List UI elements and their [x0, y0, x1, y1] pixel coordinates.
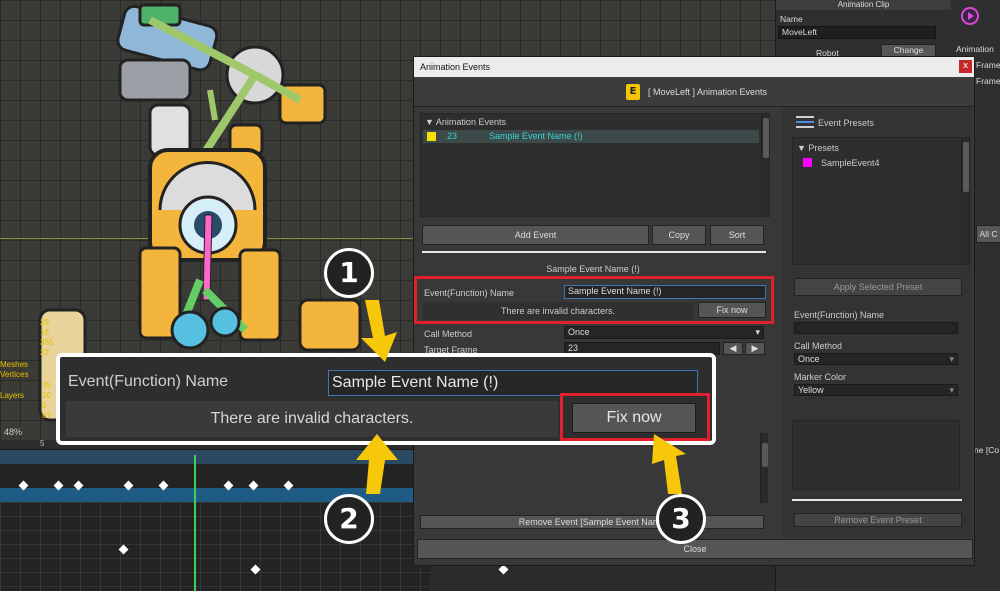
stat-label-vertices: Vertices: [0, 370, 29, 379]
stat-value: 87: [42, 411, 51, 420]
arrow-up-icon: [652, 434, 686, 494]
presets-panel: Event Presets ▼ Presets SampleEvent4 App…: [782, 107, 972, 537]
preset-params-list: [792, 420, 960, 490]
stat-value: 365: [40, 338, 54, 347]
preset-call-method-label: Call Method: [794, 341, 843, 351]
marker-color-swatch: [427, 132, 436, 141]
name-label: Name: [780, 14, 803, 24]
arrow-up-icon: [356, 434, 398, 494]
marker-color-select[interactable]: Yellow ▾: [794, 384, 958, 396]
close-button[interactable]: Close: [417, 539, 973, 559]
clip-name-field[interactable]: MoveLeft: [778, 26, 936, 39]
inspector-cut-button[interactable]: All C: [976, 225, 1000, 243]
arrow-down-icon: [361, 300, 397, 362]
preset-function-field[interactable]: [794, 322, 958, 334]
stat-value: 10: [42, 391, 51, 400]
inspector-header: Animation Clip: [776, 0, 951, 10]
dialog-header-title: [ MoveLeft ] Animation Events: [648, 87, 768, 97]
divider: [792, 499, 962, 501]
dialog-title: Animation Events: [420, 62, 491, 72]
preset-function-label: Event(Function) Name: [794, 310, 885, 320]
apply-preset-button[interactable]: Apply Selected Preset: [794, 278, 962, 296]
presets-icon: [796, 115, 814, 129]
stat-value: 35: [42, 381, 51, 390]
sort-button[interactable]: Sort: [710, 225, 764, 245]
event-frame: 23: [447, 131, 458, 141]
chevron-down-icon: ▾: [949, 354, 954, 364]
event-row[interactable]: 23 Sample Event Name (!): [423, 130, 759, 143]
remove-event-button[interactable]: Remove Event [Sample Event Name: [420, 515, 764, 529]
close-icon[interactable]: x: [959, 60, 972, 73]
highlight-box: [414, 276, 774, 324]
event-name: Sample Event Name (!): [489, 131, 583, 141]
chevron-down-icon: ▾: [949, 385, 954, 395]
inspector-cut-label: Frame: [976, 76, 1000, 86]
call-method-label: Call Method: [424, 329, 473, 339]
stat-value: 0: [42, 401, 47, 410]
presets-section-label: Presets: [808, 143, 839, 153]
call-method-value: Once: [568, 327, 590, 337]
next-frame-button[interactable]: ▶: [745, 342, 765, 355]
stat-label-meshes: Meshes: [0, 360, 29, 369]
event-params-scrollbar[interactable]: [760, 433, 768, 503]
chevron-down-icon: ▾: [755, 327, 760, 337]
zoom-level: 48%: [4, 427, 23, 437]
presets-list: ▼ Presets SampleEvent4: [792, 137, 970, 265]
dialog-title-bar[interactable]: Animation Events: [414, 57, 974, 77]
preset-item[interactable]: SampleEvent4: [821, 158, 880, 168]
app-logo-icon: E: [626, 84, 640, 100]
preset-call-method-select[interactable]: Once ▾: [794, 353, 958, 365]
play-icon[interactable]: [961, 7, 979, 25]
callout-function-name-label: Event(Function) Name: [68, 373, 229, 390]
stat-label-layers: Layers: [0, 391, 25, 400]
events-section-header[interactable]: ▼ Animation Events: [425, 117, 506, 127]
remove-preset-button[interactable]: Remove Event Preset: [794, 513, 962, 527]
selected-event-title: Sample Event Name (!): [546, 264, 640, 274]
timeline-playhead[interactable]: [194, 455, 196, 591]
dialog-header: E [ MoveLeft ] Animation Events: [414, 77, 974, 107]
previous-frame-button[interactable]: ◀: [723, 342, 743, 355]
divider: [422, 251, 766, 253]
inspector-cut-label: Frame: [976, 60, 1000, 70]
presets-title: Event Presets: [818, 118, 875, 128]
ruler-label: 5: [40, 439, 45, 448]
callout-invalid-warning: There are invalid characters.: [66, 401, 558, 437]
events-list-panel: ▼ Animation Events 23 Sample Event Name …: [420, 113, 770, 217]
add-event-button[interactable]: Add Event: [422, 225, 649, 245]
inspector-cut-label: ne [Co: [974, 445, 1000, 455]
keyframe-marker[interactable]: [498, 564, 509, 575]
preset-color-swatch: [803, 158, 812, 167]
step-badge-1: 1: [324, 248, 374, 298]
events-scrollbar[interactable]: [761, 114, 769, 216]
events-section-label: Animation Events: [435, 117, 506, 127]
copy-button[interactable]: Copy: [652, 225, 706, 245]
presets-scrollbar[interactable]: [961, 138, 969, 264]
preset-call-method-value: Once: [798, 354, 820, 364]
step-badge-3: 3: [656, 494, 706, 544]
stat-value: 23: [40, 348, 49, 357]
stat-value: 16: [40, 328, 49, 337]
call-method-select[interactable]: Once ▾: [564, 326, 764, 339]
presets-section-header[interactable]: ▼ Presets: [797, 143, 839, 153]
marker-color-value: Yellow: [798, 385, 824, 395]
step-badge-2: 2: [324, 494, 374, 544]
marker-color-label: Marker Color: [794, 372, 847, 382]
stat-value: 29: [40, 318, 49, 327]
